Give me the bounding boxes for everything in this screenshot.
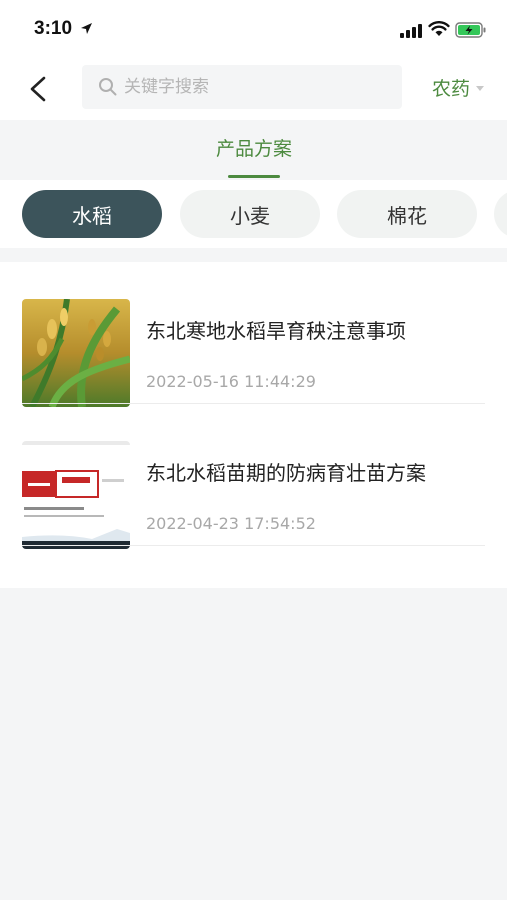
- search-box[interactable]: [82, 65, 402, 109]
- list-item[interactable]: 东北水稻苗期的防病育壮苗方案 2022-04-23 17:54:52: [0, 404, 507, 549]
- tab-label: 产品方案: [215, 138, 292, 160]
- article-date: 2022-04-23 17:54:52: [146, 514, 316, 533]
- nav-bar: 农药: [0, 58, 507, 120]
- rice-plant-thumbnail: [22, 299, 130, 407]
- location-arrow-icon: [81, 23, 92, 34]
- chip-rice[interactable]: 水稻: [22, 190, 162, 238]
- tab-bar: 产品方案: [0, 120, 507, 180]
- cellular-signal-icon: [400, 24, 422, 38]
- search-input[interactable]: [124, 65, 394, 109]
- article-title: 东北水稻苗期的防病育壮苗方案: [146, 461, 426, 485]
- chip-cotton[interactable]: 棉花: [337, 190, 477, 238]
- divider: [22, 545, 485, 546]
- chevron-down-icon: [476, 86, 485, 91]
- product-poster-thumbnail: [22, 441, 130, 549]
- wifi-icon: [428, 21, 450, 36]
- active-tab-indicator: [228, 175, 280, 178]
- article-title: 东北寒地水稻旱育秧注意事项: [146, 319, 406, 343]
- status-bar: 3:10: [0, 0, 507, 58]
- chip-wheat[interactable]: 小麦: [180, 190, 320, 238]
- rice-plant-image: [22, 299, 130, 407]
- back-button[interactable]: [22, 72, 56, 106]
- chevron-left-icon: [30, 76, 46, 102]
- category-dropdown[interactable]: 农药: [432, 74, 485, 101]
- article-list: 东北寒地水稻旱育秧注意事项 2022-05-16 11:44:29 东北水稻苗期…: [0, 262, 507, 588]
- category-label: 农药: [432, 78, 471, 100]
- chip-more[interactable]: [494, 190, 507, 238]
- crop-filter-chips: 水稻 小麦 棉花: [0, 180, 507, 248]
- article-date: 2022-05-16 11:44:29: [146, 372, 316, 391]
- tab-product-plans[interactable]: 产品方案: [184, 134, 324, 161]
- status-time: 3:10: [34, 18, 73, 39]
- battery-charging-icon: [455, 22, 486, 38]
- product-poster-image: [22, 441, 130, 549]
- list-item[interactable]: 东北寒地水稻旱育秧注意事项 2022-05-16 11:44:29: [0, 262, 507, 407]
- search-icon: [99, 78, 117, 96]
